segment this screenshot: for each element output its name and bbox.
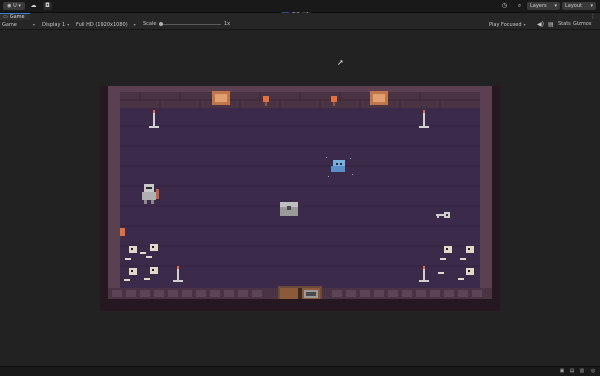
game-view-toolbar: Game ▾ Display 1 ▾ Full HD (1920x1080) ▾ Sc…: [0, 20, 600, 30]
dungeon-door: [278, 286, 322, 299]
banner-right: [370, 91, 388, 105]
wall-torch-side: [120, 228, 125, 236]
account-label: U: [13, 3, 17, 9]
chevron-down-icon: ▾: [523, 22, 526, 27]
resolution-dropdown[interactable]: Full HD (1920x1080) ▾: [76, 20, 136, 29]
scale-value: 1x: [224, 21, 231, 27]
console-icon[interactable]: ▣: [559, 368, 565, 374]
banner-left: [212, 91, 230, 105]
view-mode-dropdown[interactable]: Game ▾: [2, 20, 35, 29]
tab-game[interactable]: ▭ Game: [0, 13, 30, 20]
more-options-icon[interactable]: ⋮: [590, 13, 596, 20]
chevron-down-icon: ▾: [18, 3, 21, 9]
chevron-down-icon: ▾: [32, 22, 35, 27]
scale-slider-handle[interactable]: [159, 22, 163, 26]
audio-icon[interactable]: ◀): [537, 20, 544, 29]
display-label: Display 1: [42, 22, 66, 28]
chevron-down-icon: ▾: [67, 22, 70, 27]
layout-dropdown[interactable]: Layout ▾: [562, 2, 596, 10]
layout-label: Layout: [565, 3, 582, 9]
cloud-icon[interactable]: ☁: [29, 2, 38, 10]
mouse-cursor-icon: ➚: [337, 58, 344, 67]
history-icon[interactable]: ◷: [500, 2, 509, 10]
tab-bar: ▭ Game ⋮: [0, 13, 600, 20]
scale-slider-track[interactable]: [161, 24, 221, 25]
search-icon[interactable]: ⌕: [515, 2, 524, 10]
play-focus-dropdown[interactable]: Play Focused ▾: [489, 20, 526, 29]
layers-dropdown[interactable]: Layers ▾: [527, 2, 560, 10]
aspect-icon[interactable]: ▤: [548, 20, 554, 29]
main-toolbar: ◉ U ▾ ☁ ◘ ▶❚❚▶| ◷ ⌕ Layers ▾ Layout ▾: [0, 0, 600, 20]
game-render[interactable]: [100, 86, 500, 311]
stats-button[interactable]: Stats: [558, 20, 571, 29]
gizmos-button[interactable]: Gizmos: [573, 20, 591, 29]
chevron-down-icon: ▾: [554, 3, 557, 9]
play-controls: ▶❚❚▶|: [281, 2, 321, 20]
account-icon: ◉: [7, 3, 12, 9]
scale-label: Scale: [143, 21, 157, 27]
view-mode-label: Game: [2, 22, 17, 28]
play-focus-label: Play Focused: [489, 22, 522, 28]
sync-icon[interactable]: ◎: [590, 368, 596, 374]
bug-icon[interactable]: ▤: [569, 368, 575, 374]
resolution-label: Full HD (1920x1080): [76, 22, 128, 28]
dungeon-floor: [120, 108, 480, 288]
collab-icon[interactable]: ◘: [43, 2, 52, 10]
treasure-chest: [280, 202, 298, 216]
layers-label: Layers: [530, 3, 547, 9]
settings-icon[interactable]: ▥: [579, 368, 585, 374]
chevron-down-icon: ▾: [590, 3, 593, 9]
chevron-down-icon: ▾: [133, 22, 136, 27]
display-dropdown[interactable]: Display 1 ▾: [42, 20, 69, 29]
account-button[interactable]: ◉ U ▾: [3, 2, 25, 10]
